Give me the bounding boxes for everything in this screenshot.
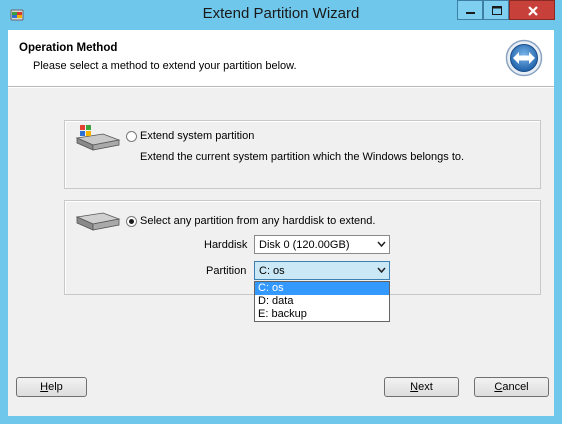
- title-bar[interactable]: Extend Partition Wizard: [0, 0, 562, 30]
- partition-dropdown-list: C: os D: data E: backup: [254, 281, 390, 322]
- page-title: Operation Method: [19, 42, 118, 54]
- wizard-window: Extend Partition Wizard Operation Method…: [0, 0, 562, 424]
- partition-select[interactable]: C: os: [254, 261, 390, 280]
- minimize-button[interactable]: [457, 0, 483, 20]
- harddisk-select[interactable]: Disk 0 (120.00GB): [254, 235, 390, 254]
- extend-system-option-group: Extend system partition Extend the curre…: [64, 120, 541, 189]
- header-separator: [8, 87, 554, 88]
- harddisk-icon: [75, 212, 121, 231]
- system-disk-icon: [75, 125, 121, 151]
- select-partition-label[interactable]: Select any partition from any harddisk t…: [140, 215, 375, 227]
- wizard-body: Operation Method Please select a method …: [8, 30, 554, 416]
- close-icon: [528, 6, 538, 16]
- cancel-button[interactable]: Cancel: [474, 377, 549, 397]
- page-subtitle: Please select a method to extend your pa…: [33, 60, 297, 72]
- select-partition-radio[interactable]: [126, 216, 137, 227]
- help-button[interactable]: Help: [16, 377, 87, 397]
- partition-value: C: os: [259, 265, 285, 277]
- chevron-down-icon: [377, 267, 386, 274]
- partition-label: Partition: [206, 265, 247, 277]
- extend-system-description: Extend the current system partition whic…: [140, 151, 465, 163]
- maximize-button[interactable]: [483, 0, 509, 20]
- harddisk-value: Disk 0 (120.00GB): [259, 239, 350, 251]
- harddisk-label: Harddisk: [204, 239, 248, 251]
- arrows-logo-icon: [505, 39, 543, 77]
- close-button[interactable]: [509, 0, 555, 20]
- next-button[interactable]: Next: [384, 377, 459, 397]
- extend-system-label[interactable]: Extend system partition: [140, 130, 254, 142]
- partition-option[interactable]: D: data: [255, 295, 389, 308]
- extend-system-radio[interactable]: [126, 131, 137, 142]
- partition-option[interactable]: C: os: [255, 282, 389, 295]
- wizard-header: Operation Method Please select a method …: [8, 30, 554, 87]
- partition-option[interactable]: E: backup: [255, 308, 389, 321]
- chevron-down-icon: [377, 241, 386, 248]
- minimize-icon: [466, 12, 475, 14]
- maximize-icon: [492, 6, 502, 15]
